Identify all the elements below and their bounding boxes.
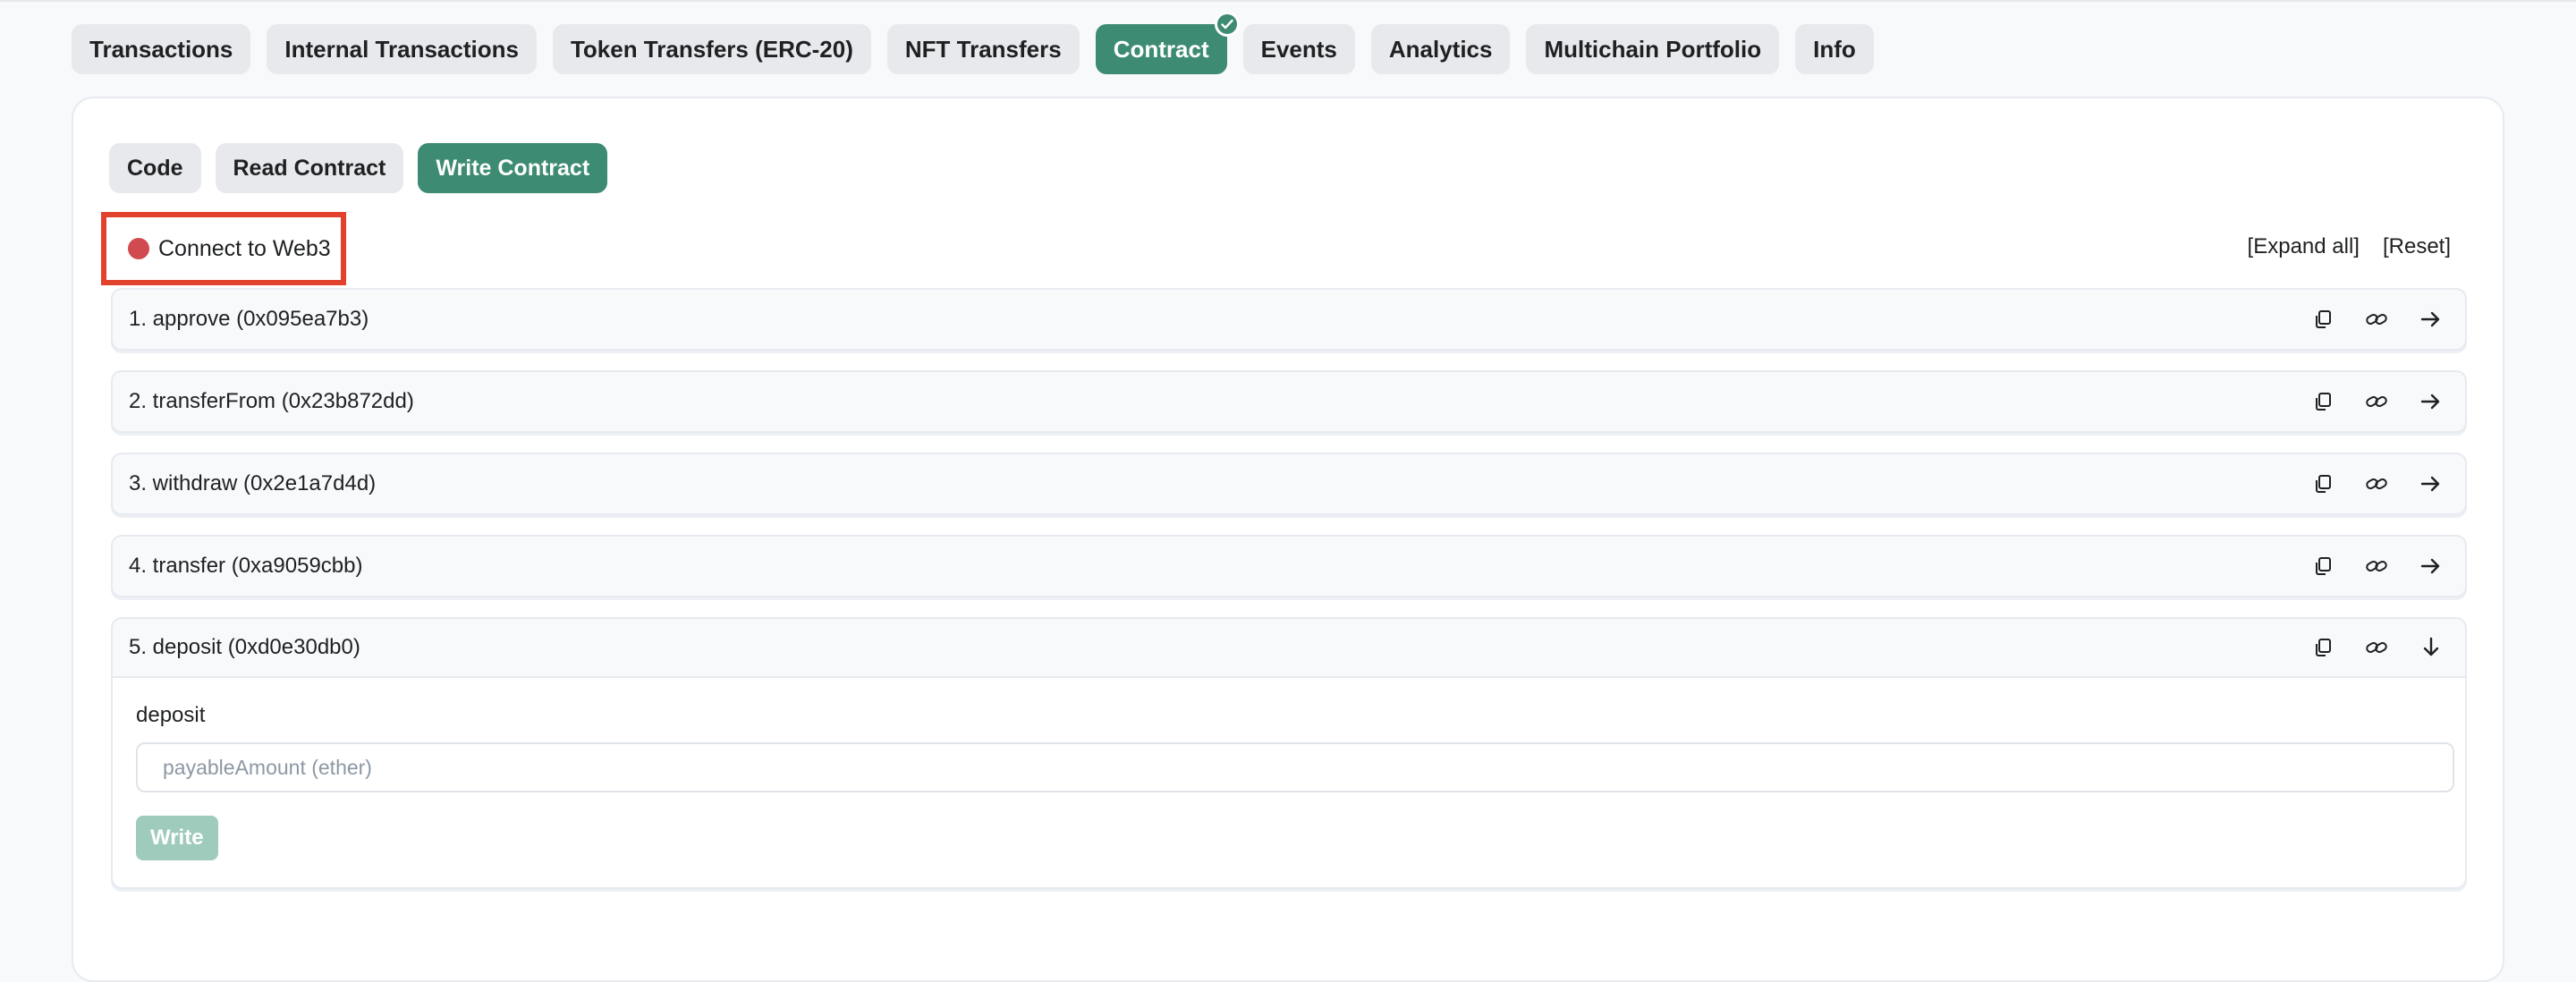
tab-analytics[interactable]: Analytics: [1370, 24, 1511, 74]
function-title: 5. deposit (0xd0e30db0): [129, 635, 360, 659]
copy-icon[interactable]: [2313, 474, 2333, 494]
link-icon[interactable]: [2365, 392, 2388, 411]
function-title: 3. withdraw (0x2e1a7d4d): [129, 471, 377, 495]
subtab-write-contract[interactable]: Write Contract: [418, 143, 608, 193]
connect-web3-button[interactable]: Connect to Web3: [101, 212, 346, 285]
function-item: 2. transferFrom (0x23b872dd): [111, 370, 2467, 433]
connect-web3-label: Connect to Web3: [158, 235, 331, 261]
tab-multichain-portfolio[interactable]: Multichain Portfolio: [1526, 24, 1780, 74]
write-button[interactable]: Write: [136, 816, 218, 860]
function-title: 4. transfer (0xa9059cbb): [129, 554, 363, 578]
copy-icon[interactable]: [2313, 638, 2333, 657]
tab-internal-transactions[interactable]: Internal Transactions: [267, 24, 537, 74]
tab-token-transfers[interactable]: Token Transfers (ERC-20): [552, 24, 871, 74]
function-header[interactable]: 3. withdraw (0x2e1a7d4d): [113, 454, 2465, 513]
link-icon[interactable]: [2365, 638, 2388, 657]
subtab-code[interactable]: Code: [109, 143, 201, 193]
arrow-right-icon[interactable]: [2420, 393, 2442, 411]
link-icon[interactable]: [2365, 556, 2388, 576]
arrow-right-icon[interactable]: [2420, 557, 2442, 575]
tab-info[interactable]: Info: [1795, 24, 1874, 74]
function-body: deposit Write: [113, 678, 2465, 887]
function-item: 1. approve (0x095ea7b3): [111, 288, 2467, 351]
main-tabs: Transactions Internal Transactions Token…: [72, 12, 1874, 74]
function-header[interactable]: 2. transferFrom (0x23b872dd): [113, 372, 2465, 431]
arrow-right-icon[interactable]: [2420, 475, 2442, 493]
tab-transactions[interactable]: Transactions: [72, 24, 251, 74]
check-icon: [1214, 12, 1240, 37]
copy-icon[interactable]: [2313, 309, 2333, 329]
arrow-down-icon[interactable]: [2420, 637, 2442, 658]
function-title: 2. transferFrom (0x23b872dd): [129, 389, 414, 413]
tab-contract-label: Contract: [1113, 35, 1209, 63]
contract-subtabs: Code Read Contract Write Contract: [109, 143, 608, 193]
function-item: 4. transfer (0xa9059cbb): [111, 535, 2467, 597]
function-actions: [Expand all] [Reset]: [2248, 234, 2451, 259]
function-header[interactable]: 5. deposit (0xd0e30db0): [113, 619, 2465, 678]
subtab-read-contract[interactable]: Read Contract: [215, 143, 404, 193]
copy-icon[interactable]: [2313, 392, 2333, 411]
function-item-expanded: 5. deposit (0xd0e30db0) deposit Write: [111, 617, 2467, 889]
reset-link[interactable]: [Reset]: [2383, 234, 2451, 259]
link-icon[interactable]: [2365, 474, 2388, 494]
function-list: 1. approve (0x095ea7b3) 2. transferFrom …: [111, 288, 2467, 909]
function-name-label: deposit: [136, 703, 206, 727]
top-divider: [0, 0, 2576, 4]
expand-all-link[interactable]: [Expand all]: [2248, 234, 2360, 259]
function-item: 3. withdraw (0x2e1a7d4d): [111, 453, 2467, 515]
payable-amount-input[interactable]: [136, 742, 2454, 792]
tab-events[interactable]: Events: [1242, 24, 1355, 74]
tab-nft-transfers[interactable]: NFT Transfers: [886, 24, 1080, 74]
function-header[interactable]: 4. transfer (0xa9059cbb): [113, 537, 2465, 596]
arrow-right-icon[interactable]: [2420, 310, 2442, 328]
contract-card: Code Read Contract Write Contract Connec…: [72, 97, 2504, 982]
function-header[interactable]: 1. approve (0x095ea7b3): [113, 290, 2465, 349]
status-dot-icon: [128, 238, 149, 259]
copy-icon[interactable]: [2313, 556, 2333, 576]
link-icon[interactable]: [2365, 309, 2388, 329]
tab-contract[interactable]: Contract: [1095, 12, 1240, 74]
function-title: 1. approve (0x095ea7b3): [129, 307, 369, 331]
